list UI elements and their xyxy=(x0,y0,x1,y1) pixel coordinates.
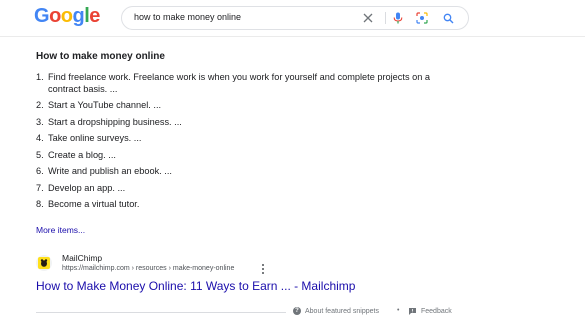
list-number: 8. xyxy=(36,199,44,209)
list-number: 5. xyxy=(36,149,44,160)
mic-icon[interactable] xyxy=(390,10,406,26)
about-label: About featured snippets xyxy=(305,307,379,315)
list-number: 1. xyxy=(36,72,44,82)
about-featured-snippets[interactable]: ? About featured snippets xyxy=(293,307,379,315)
list-text: Start a dropshipping business. ... xyxy=(48,116,182,127)
list-text: Develop an app. ... xyxy=(48,182,126,193)
list-item: 5. Create a blog. ... xyxy=(36,150,436,162)
logo-letter: o xyxy=(60,5,73,27)
featured-snippet-list: 1. Find freelance work. Freelance work is… xyxy=(36,72,436,216)
list-text: Create a blog. ... xyxy=(48,149,116,160)
list-number: 6. xyxy=(36,166,44,176)
search-input[interactable]: how to make money online xyxy=(134,12,241,22)
list-item: 6. Write and publish an ebook. ... xyxy=(36,166,436,178)
list-number: 3. xyxy=(36,116,44,127)
logo-letter: o xyxy=(49,5,61,27)
footer-separator: • xyxy=(397,307,400,314)
list-number: 7. xyxy=(36,182,44,193)
list-item: 8. Become a virtual tutor. xyxy=(36,199,436,211)
mailchimp-favicon-icon[interactable] xyxy=(36,255,52,271)
list-text: Start a YouTube channel. ... xyxy=(48,100,162,110)
logo-letter: e xyxy=(89,5,100,27)
logo-letter: G xyxy=(34,5,50,27)
list-text: Write and publish an ebook. ... xyxy=(48,166,172,176)
search-divider xyxy=(385,12,386,24)
more-options-icon[interactable] xyxy=(260,264,266,274)
result-title-link[interactable]: How to Make Money Online: 11 Ways to Ear… xyxy=(36,279,355,293)
list-text: Find freelance work. Freelance work is w… xyxy=(48,72,430,94)
search-icon[interactable] xyxy=(440,10,456,26)
feedback-icon xyxy=(409,308,416,315)
footer-divider xyxy=(36,312,286,313)
google-logo[interactable]: Google xyxy=(34,5,100,28)
list-text: Become a virtual tutor. xyxy=(48,199,140,209)
logo-letter: g xyxy=(72,5,85,27)
search-header: Google how to make money online xyxy=(0,0,585,37)
featured-snippet-title: How to make money online xyxy=(36,51,165,62)
list-item: 7. Develop an app. ... xyxy=(36,183,436,195)
list-item: 4. Take online surveys. ... xyxy=(36,133,436,145)
list-number: 4. xyxy=(36,133,44,143)
list-item: 1. Find freelance work. Freelance work is… xyxy=(36,72,436,95)
feedback-button[interactable]: Feedback xyxy=(408,307,452,316)
search-box[interactable]: how to make money online xyxy=(121,6,469,30)
feedback-label: Feedback xyxy=(421,308,452,315)
result-site-name[interactable]: MailChimp xyxy=(62,253,102,263)
list-item: 2. Start a YouTube channel. ... xyxy=(36,100,436,112)
help-icon: ? xyxy=(293,307,301,315)
list-text: Take online surveys. ... xyxy=(48,133,142,143)
close-icon[interactable] xyxy=(360,10,376,26)
list-item: 3. Start a dropshipping business. ... xyxy=(36,117,436,129)
more-items-link[interactable]: More items... xyxy=(36,225,85,235)
list-number: 2. xyxy=(36,100,44,110)
result-url[interactable]: https://mailchimp.com › resources › make… xyxy=(62,265,234,272)
lens-icon[interactable] xyxy=(414,10,430,26)
